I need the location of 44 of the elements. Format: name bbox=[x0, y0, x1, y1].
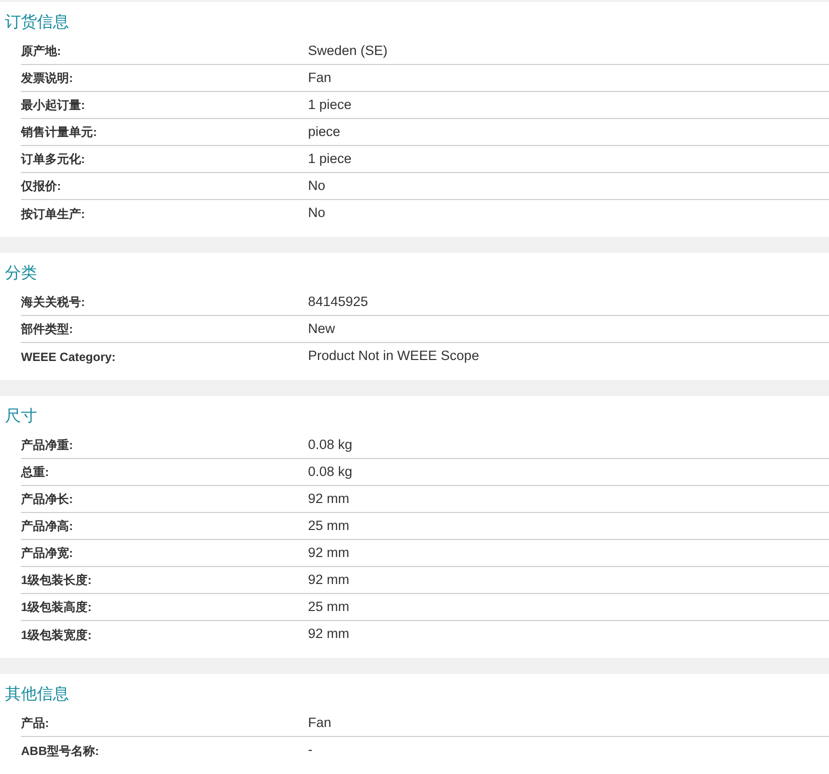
section-title: 尺寸 bbox=[5, 408, 37, 425]
field-value: 92 mm bbox=[308, 570, 350, 589]
field-label: 最小起订量: bbox=[21, 97, 86, 114]
field-value: - bbox=[308, 741, 312, 760]
field-label: ABB型号名称: bbox=[21, 742, 100, 760]
field-value: 92 mm bbox=[308, 490, 350, 508]
field-label: 1级包装长度: bbox=[21, 572, 93, 589]
field-label: 产品净长: bbox=[21, 491, 74, 508]
field-label: 部件类型: bbox=[21, 321, 74, 338]
field-value: No bbox=[308, 204, 326, 222]
field-label: 发票说明: bbox=[21, 70, 74, 87]
field-value: 1 piece bbox=[308, 96, 352, 114]
field-label: WEEE Category: bbox=[21, 348, 117, 366]
field-value: 25 mm bbox=[308, 598, 350, 616]
field-label: 总重: bbox=[21, 464, 50, 481]
field-value: 92 mm bbox=[308, 625, 350, 644]
field-label: 原产地: bbox=[21, 43, 62, 60]
section-title: 订货信息 bbox=[5, 14, 69, 31]
field-label: 仅报价: bbox=[21, 178, 62, 195]
section-title: 其他信息 bbox=[5, 686, 69, 703]
field-value: 0.08 kg bbox=[308, 462, 352, 481]
field-label: 1级包装高度: bbox=[21, 599, 93, 616]
field-value: No bbox=[308, 176, 326, 195]
field-label: 产品净重: bbox=[21, 437, 74, 454]
field-value: piece bbox=[308, 122, 340, 141]
field-label: 产品净宽: bbox=[21, 545, 74, 562]
field-label: 1级包装宽度: bbox=[21, 626, 93, 644]
section-title: 分类 bbox=[5, 265, 37, 282]
field-value: 1 piece bbox=[308, 150, 352, 168]
field-value: New bbox=[308, 320, 336, 338]
field-label: 海关关税号: bbox=[21, 294, 86, 311]
field-label: 按订单生产: bbox=[21, 206, 86, 222]
field-value: Sweden (SE) bbox=[308, 42, 388, 60]
field-value: 25 mm bbox=[308, 516, 350, 535]
field-label: 订单多元化: bbox=[21, 151, 86, 168]
field-value: 0.08 kg bbox=[308, 436, 352, 454]
field-value: Fan bbox=[308, 68, 332, 87]
field-label: 销售计量单元: bbox=[21, 124, 98, 141]
field-value: Fan bbox=[308, 714, 332, 732]
field-value: Product Not in WEEE Scope bbox=[308, 347, 480, 366]
field-value: 92 mm bbox=[308, 544, 350, 562]
field-label: 产品: bbox=[21, 715, 50, 732]
field-label: 产品净高: bbox=[21, 518, 74, 535]
field-value: 84145925 bbox=[308, 292, 368, 311]
